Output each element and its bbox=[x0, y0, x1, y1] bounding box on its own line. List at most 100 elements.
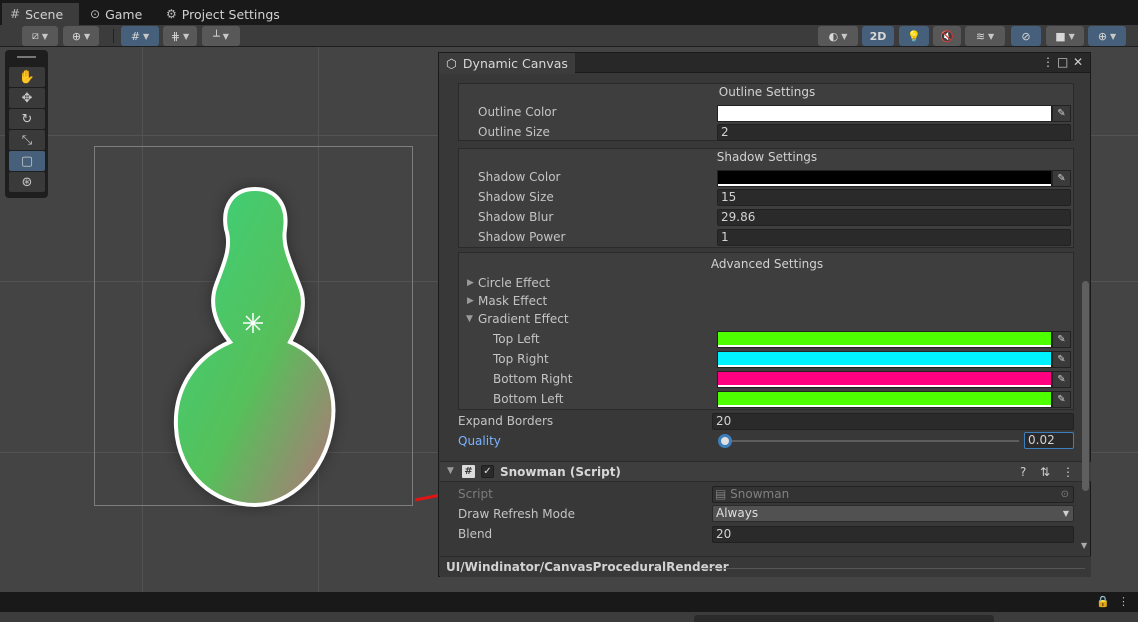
bottom-left-eyedropper-button[interactable]: ✎ bbox=[1052, 391, 1071, 408]
2d-toggle-button[interactable]: 2D bbox=[862, 26, 894, 46]
shadow-blur-label: Shadow Blur bbox=[478, 210, 554, 224]
scrollbar-thumb[interactable] bbox=[1082, 281, 1089, 491]
rect-tool-button[interactable]: ▢ bbox=[9, 151, 45, 171]
preset-sliders-icon[interactable]: ⇅ bbox=[1040, 465, 1050, 479]
shading-mode-dropdown[interactable]: ◐ ▼ bbox=[818, 26, 858, 46]
maximize-icon[interactable]: □ bbox=[1057, 55, 1068, 69]
cube-icon: ⬡ bbox=[446, 56, 457, 71]
hand-tool-button[interactable]: ✋ bbox=[9, 67, 45, 87]
script-hash-icon: # bbox=[462, 465, 475, 478]
outline-eyedropper-button[interactable]: ✎ bbox=[1052, 105, 1071, 122]
gradient-effect-foldout[interactable]: Gradient Effect bbox=[478, 312, 569, 326]
quality-value-field[interactable]: 0.02 bbox=[1024, 432, 1074, 449]
advanced-settings-section: Advanced Settings ▶ Circle Effect ▶ Mask… bbox=[458, 252, 1074, 410]
hand-icon: ✋ bbox=[18, 69, 36, 85]
increment-snap-dropdown[interactable]: ⋕ ▼ bbox=[163, 26, 197, 46]
top-left-color-swatch[interactable] bbox=[717, 331, 1052, 348]
bottom-left-color-swatch[interactable] bbox=[717, 391, 1052, 408]
blend-label: Blend bbox=[458, 527, 493, 541]
tab-game[interactable]: ⊙ Game bbox=[82, 3, 150, 25]
eyedropper-icon: ✎ bbox=[1057, 354, 1066, 365]
gear-icon: ⚙ bbox=[166, 7, 177, 21]
shadow-eyedropper-button[interactable]: ✎ bbox=[1052, 170, 1071, 187]
camera-dropdown[interactable]: ■ ▼ bbox=[1046, 26, 1084, 46]
toolbar-divider bbox=[113, 29, 114, 43]
tab-project-settings[interactable]: ⚙ Project Settings bbox=[158, 3, 288, 25]
scroll-down-icon[interactable]: ▼ bbox=[1081, 541, 1087, 550]
gizmo-globe-icon: ⊕ bbox=[1097, 29, 1108, 43]
section-heading: Shadow Settings bbox=[716, 150, 818, 164]
expand-arrow-icon[interactable]: ▶ bbox=[467, 296, 474, 306]
shadow-size-field[interactable]: 15 bbox=[717, 189, 1071, 206]
object-picker-icon: ⊙ bbox=[1060, 489, 1069, 500]
gizmos-dropdown[interactable]: ⊕ ▼ bbox=[1088, 26, 1126, 46]
lock-icon[interactable]: 🔒 bbox=[1096, 595, 1110, 608]
quality-slider-track[interactable] bbox=[719, 440, 1019, 442]
snowman-shape[interactable] bbox=[160, 177, 360, 517]
lighting-toggle-button[interactable]: 💡 bbox=[899, 26, 929, 46]
panel-tab-bar: ⬡ Dynamic Canvas ⋮ □ ✕ bbox=[439, 53, 1090, 74]
hidden-objects-toggle[interactable]: ⊘ bbox=[1011, 26, 1041, 46]
shadow-color-swatch[interactable] bbox=[717, 170, 1052, 187]
mask-effect-foldout[interactable]: Mask Effect bbox=[478, 294, 547, 308]
draw-refresh-mode-dropdown[interactable]: Always ▼ bbox=[712, 505, 1074, 522]
collapse-arrow-icon[interactable]: ▼ bbox=[466, 314, 473, 324]
transform-icon: ⊛ bbox=[21, 174, 33, 190]
snowman-component-header[interactable]: ▼ # ✓ Snowman (Script) ? ⇅ ⋮ bbox=[440, 461, 1091, 482]
circle-effect-foldout[interactable]: Circle Effect bbox=[478, 276, 550, 290]
component-enabled-checkbox[interactable]: ✓ bbox=[481, 465, 494, 478]
bottom-left-label: Bottom Left bbox=[493, 392, 564, 406]
section-heading: Outline Settings bbox=[718, 85, 816, 99]
outline-size-field[interactable]: 2 bbox=[717, 124, 1071, 141]
drag-handle[interactable] bbox=[17, 56, 36, 58]
transform-tool-button[interactable]: ⊛ bbox=[9, 172, 45, 192]
script-file-icon: ▤ bbox=[715, 487, 727, 501]
eyedropper-icon: ✎ bbox=[1057, 173, 1066, 184]
outline-color-swatch[interactable] bbox=[717, 105, 1052, 122]
rect-transform-icon: ▢ bbox=[20, 153, 34, 169]
layers-icon: ≋ bbox=[975, 29, 986, 43]
bottom-toolbar bbox=[0, 612, 1138, 622]
draw-mode-dropdown[interactable]: ⧄ ▼ bbox=[22, 26, 58, 46]
unity-editor-window: { "tabs": [ {"label": "Scene", "icon": "… bbox=[0, 0, 1138, 622]
bottom-right-label: Bottom Right bbox=[493, 372, 573, 386]
ruler-icon: ┴ bbox=[213, 29, 220, 43]
panel-scrollbar[interactable]: ▼ bbox=[1080, 81, 1090, 551]
shadow-blur-field[interactable]: 29.86 bbox=[717, 209, 1071, 226]
close-icon[interactable]: ✕ bbox=[1073, 55, 1083, 69]
top-left-label: Top Left bbox=[493, 332, 540, 346]
ruler-dropdown[interactable]: ┴ ▼ bbox=[202, 26, 240, 46]
top-left-eyedropper-button[interactable]: ✎ bbox=[1052, 331, 1071, 348]
top-right-color-swatch[interactable] bbox=[717, 351, 1052, 368]
more-options-icon[interactable]: ⋮ bbox=[1062, 465, 1074, 479]
eyedropper-icon: ✎ bbox=[1057, 334, 1066, 345]
effects-dropdown[interactable]: ≋ ▼ bbox=[965, 26, 1005, 46]
help-icon[interactable]: ? bbox=[1020, 465, 1026, 479]
rotate-tool-button[interactable]: ↻ bbox=[9, 109, 45, 129]
more-options-icon[interactable]: ⋮ bbox=[1042, 55, 1054, 69]
audio-toggle-button[interactable]: 🔇 bbox=[933, 26, 961, 46]
shadow-settings-section: Shadow Settings Shadow Color ✎ Shadow Si… bbox=[458, 148, 1074, 248]
more-options-icon[interactable]: ⋮ bbox=[1118, 595, 1129, 608]
collapse-arrow-icon[interactable]: ▼ bbox=[447, 466, 454, 476]
scene-grid-icon: # bbox=[10, 7, 21, 21]
scale-tool-button[interactable]: ⤡ bbox=[9, 130, 45, 150]
eyedropper-icon: ✎ bbox=[1057, 394, 1066, 405]
blend-field[interactable]: 20 bbox=[712, 526, 1074, 543]
global-local-dropdown[interactable]: ⊕ ▼ bbox=[63, 26, 99, 46]
tab-scene[interactable]: # Scene bbox=[2, 3, 79, 25]
expand-borders-field[interactable]: 20 bbox=[712, 413, 1074, 430]
bottom-right-eyedropper-button[interactable]: ✎ bbox=[1052, 371, 1071, 388]
editor-tab-bar: # Scene ⊙ Game ⚙ Project Settings bbox=[0, 0, 1138, 25]
expand-arrow-icon[interactable]: ▶ bbox=[467, 278, 474, 288]
bottom-right-color-swatch[interactable] bbox=[717, 371, 1052, 388]
top-right-eyedropper-button[interactable]: ✎ bbox=[1052, 351, 1071, 368]
quality-slider-handle[interactable] bbox=[718, 434, 732, 448]
search-input[interactable] bbox=[694, 615, 994, 622]
top-right-label: Top Right bbox=[493, 352, 549, 366]
grid-snapping-toggle[interactable]: # ▼ bbox=[121, 26, 159, 46]
tab-dynamic-canvas[interactable]: ⬡ Dynamic Canvas bbox=[439, 53, 575, 74]
move-tool-button[interactable]: ✥ bbox=[9, 88, 45, 108]
mute-icon: 🔇 bbox=[940, 29, 954, 43]
shadow-power-field[interactable]: 1 bbox=[717, 229, 1071, 246]
